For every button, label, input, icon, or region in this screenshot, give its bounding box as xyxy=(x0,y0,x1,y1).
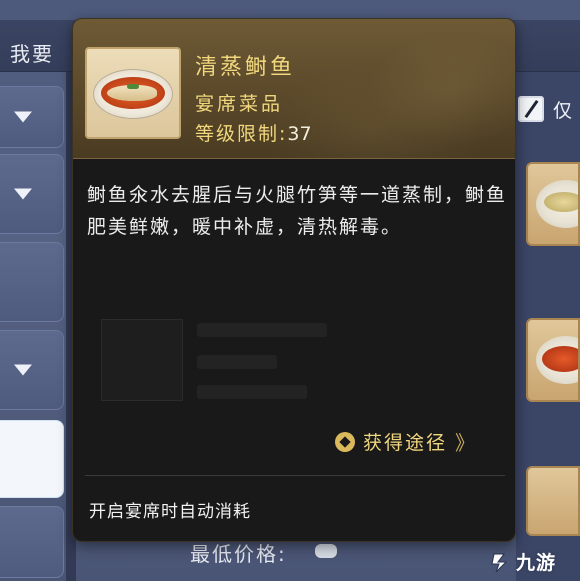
watermark: 九游 xyxy=(488,548,556,575)
dish-name: 清蒸鲥鱼 xyxy=(195,55,296,80)
faded-background-line xyxy=(197,385,307,399)
item-tooltip: 清蒸鲥鱼 宴席菜品 等级限制:37 鲥鱼氽水去腥后与火腿竹笋等一道蒸制，鲥鱼肥美… xyxy=(72,18,516,542)
watermark-text: 九游 xyxy=(516,552,557,574)
chevron-down-icon xyxy=(14,188,32,200)
faded-background-line xyxy=(197,323,327,337)
obtain-icon xyxy=(335,431,355,452)
left-tab-6[interactable] xyxy=(0,506,64,578)
only-checkbox-label: 仅 xyxy=(553,100,573,122)
double-chevron-right-icon: 》 xyxy=(455,431,476,455)
price-label: 最低价格: xyxy=(190,542,287,566)
dish-image xyxy=(544,192,578,212)
dish-image-frame xyxy=(85,47,181,139)
faded-background-item xyxy=(101,319,183,401)
dish-card-3[interactable] xyxy=(526,466,580,536)
dish-card-2[interactable] xyxy=(526,318,580,402)
dish-description: 鲥鱼氽水去腥后与火腿竹笋等一道蒸制，鲥鱼肥美鲜嫩，暖中补虚，清热解毒。 xyxy=(87,184,508,238)
page-title: 我要 xyxy=(10,42,54,66)
jiuyou-logo-icon xyxy=(491,553,508,572)
price-toggle[interactable] xyxy=(315,544,337,558)
chevron-down-icon xyxy=(14,364,32,376)
left-tab-3[interactable] xyxy=(0,242,64,322)
faded-background-line xyxy=(197,355,277,369)
garnish-image xyxy=(127,84,139,89)
consumption-note: 开启宴席时自动消耗 xyxy=(89,502,251,522)
only-checkbox[interactable] xyxy=(518,96,544,122)
tooltip-header: 清蒸鲥鱼 宴席菜品 等级限制:37 xyxy=(73,19,515,159)
level-label: 等级限制: xyxy=(195,123,288,145)
level-requirement: 等级限制:37 xyxy=(195,119,312,146)
left-tab-4[interactable] xyxy=(0,330,64,410)
chevron-down-icon xyxy=(14,111,32,123)
dish-image xyxy=(542,346,578,372)
left-tab-2[interactable] xyxy=(0,154,64,234)
dish-category: 宴席菜品 xyxy=(195,93,284,115)
obtain-source-label: 获得途径 xyxy=(363,432,448,454)
left-tab-1[interactable] xyxy=(0,86,64,148)
divider xyxy=(85,475,505,476)
level-value: 37 xyxy=(287,123,312,145)
obtain-source-link[interactable]: 获得途径 》 xyxy=(335,427,475,456)
left-tab-selected[interactable] xyxy=(0,420,64,498)
dish-card-1[interactable] xyxy=(526,162,580,246)
